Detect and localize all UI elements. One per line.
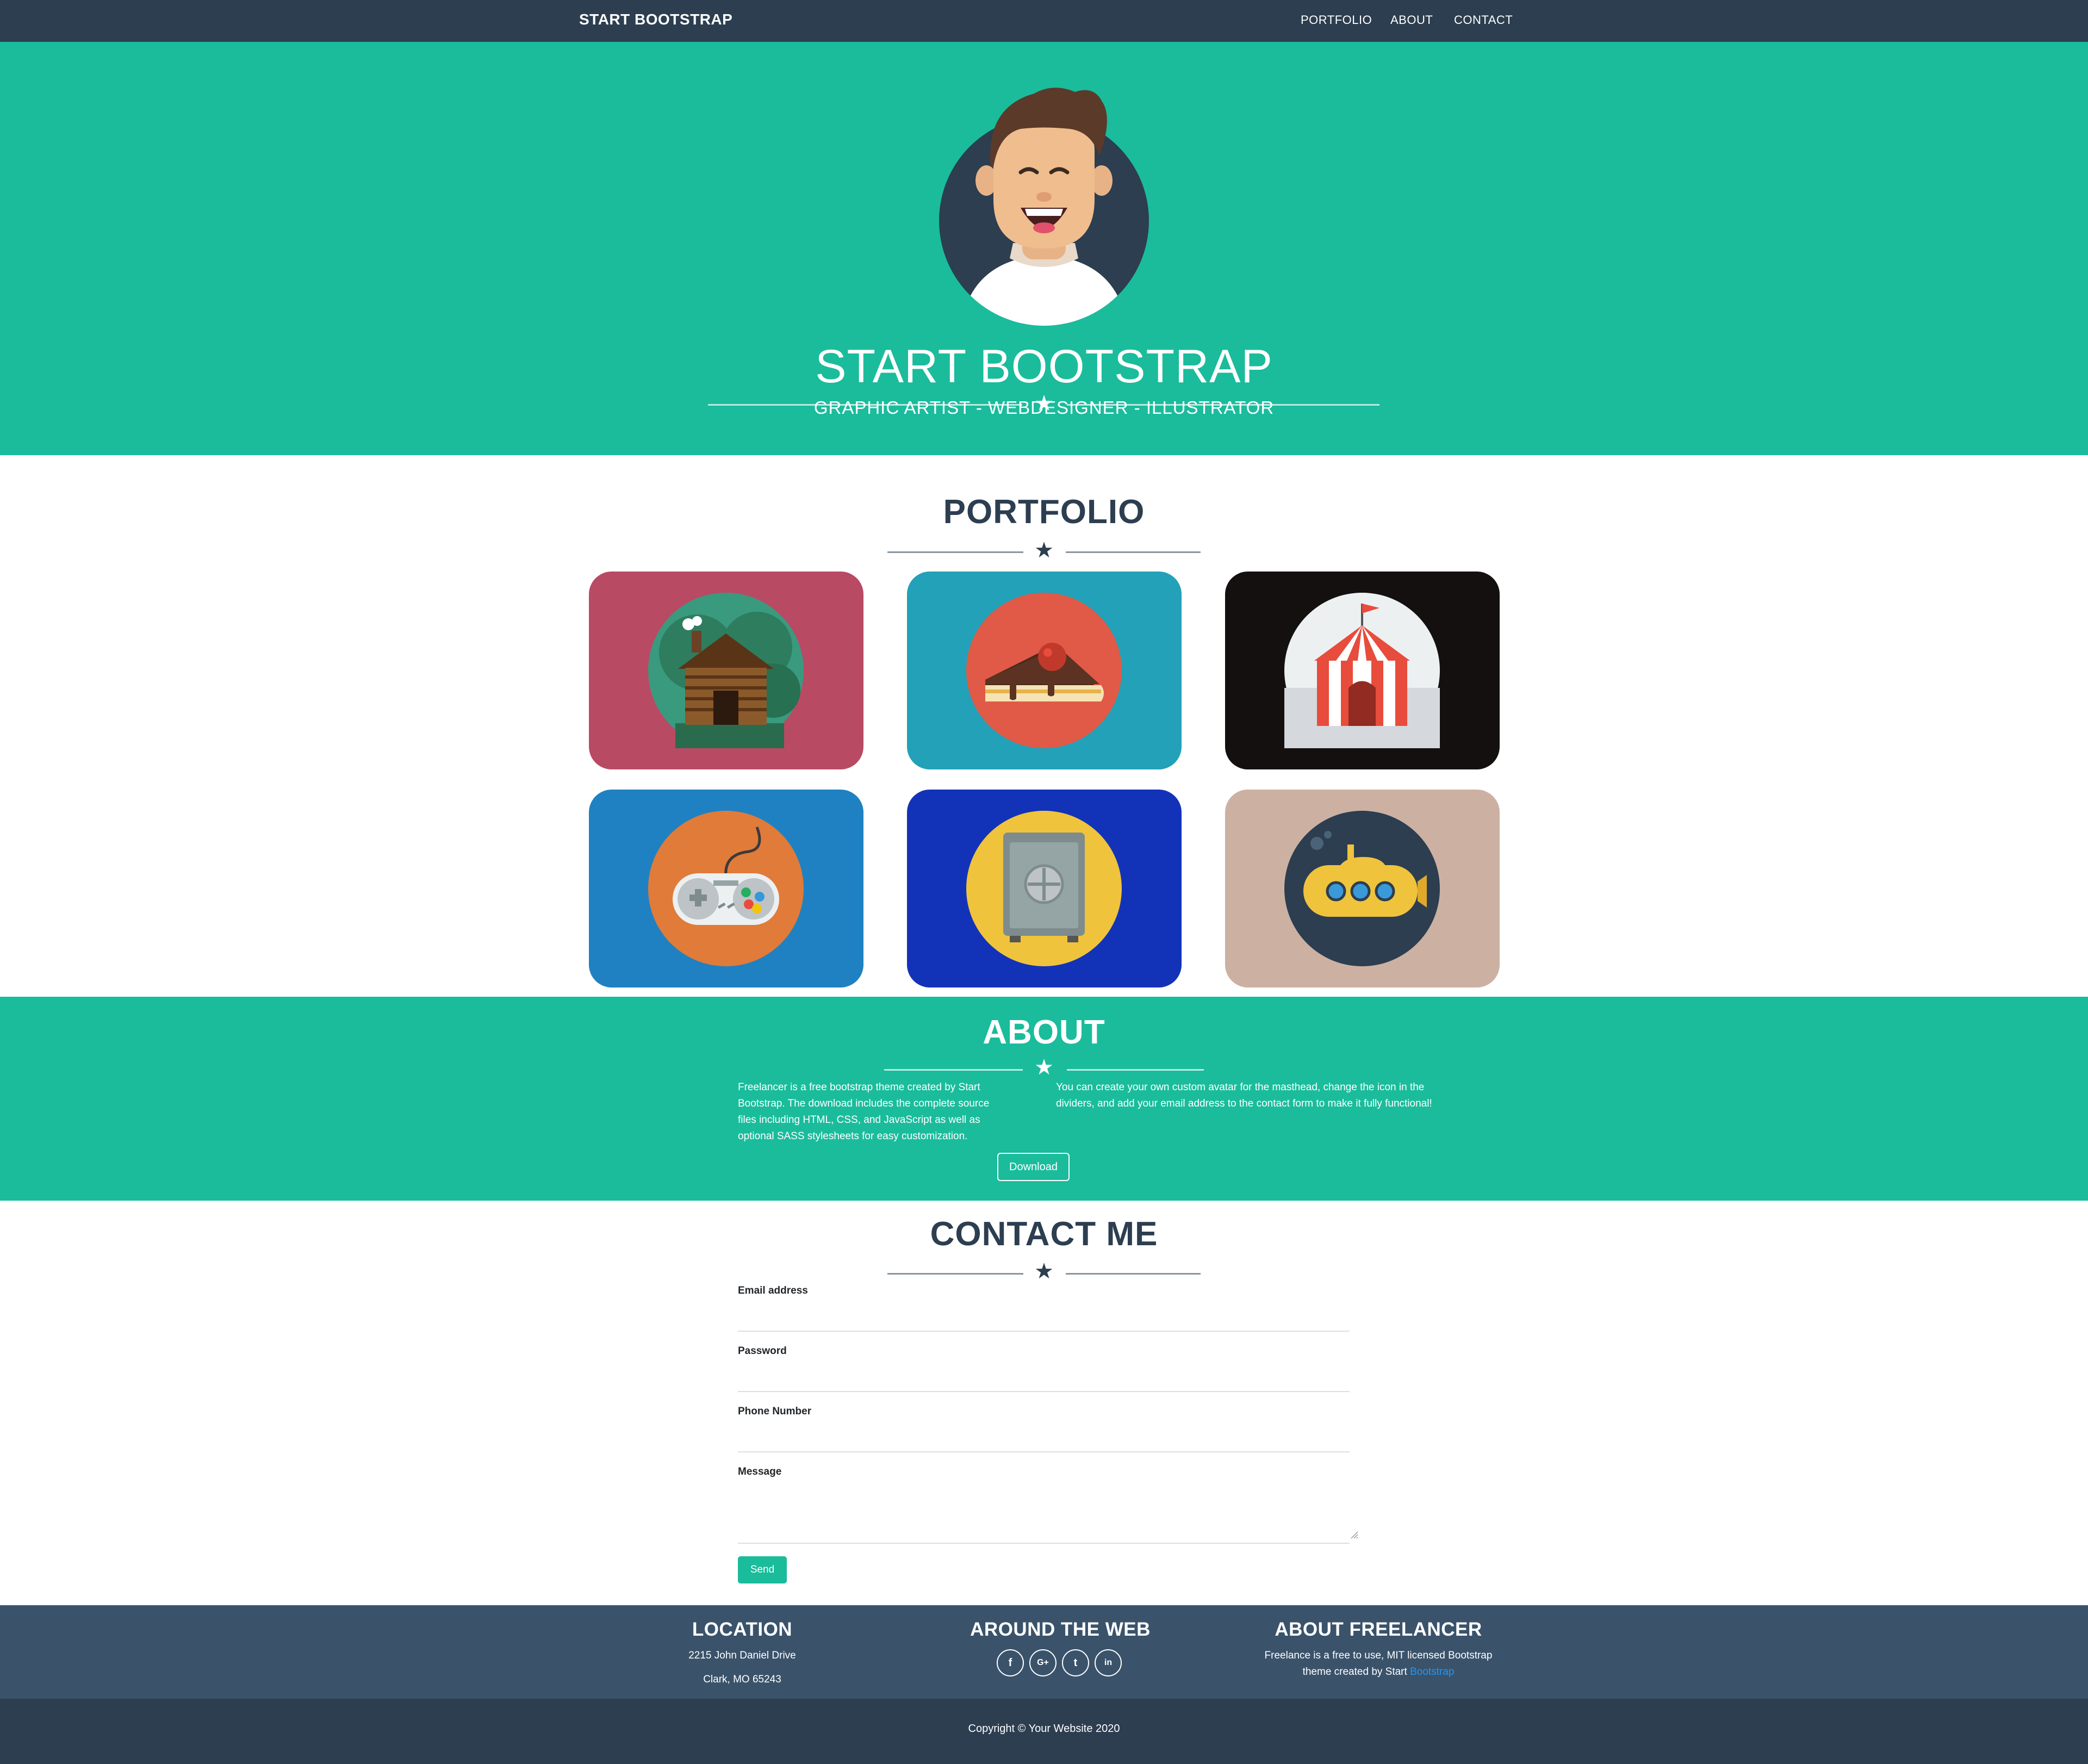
about-text-line: Freelancer is a free bootstrap theme cre… <box>738 1082 980 1093</box>
cake-icon <box>966 593 1122 748</box>
circus-tent-icon <box>1284 593 1440 748</box>
about-text-line: You can create your own custom avatar fo… <box>1056 1082 1425 1093</box>
star-icon: ★ <box>1034 1055 1054 1079</box>
footer-about-title: ABOUT FREELANCER <box>1275 1619 1482 1640</box>
star-icon: ★ <box>1034 538 1054 562</box>
resize-handle-icon[interactable] <box>1350 1531 1359 1539</box>
contact-title: CONTACT ME <box>930 1215 1158 1253</box>
nav-link-about[interactable]: ABOUT <box>1390 13 1433 27</box>
password-field[interactable] <box>738 1391 1350 1392</box>
safe-icon <box>966 811 1122 966</box>
portfolio-item-cabin[interactable] <box>589 572 863 769</box>
phone-field[interactable] <box>738 1451 1350 1452</box>
linkedin-icon[interactable]: in <box>1095 1649 1122 1676</box>
email-field-label: Email address <box>738 1285 808 1296</box>
masthead: START BOOTSTRAP GRAPHIC ARTIST - WEBDESI… <box>0 42 2088 455</box>
facebook-icon[interactable]: f <box>997 1649 1024 1676</box>
copyright-text: Copyright © Your Website 2020 <box>968 1723 1120 1735</box>
divider-line-right <box>1066 551 1201 553</box>
divider-line-left <box>887 1273 1023 1275</box>
send-button[interactable]: Send <box>738 1556 787 1583</box>
password-field-label: Password <box>738 1345 787 1357</box>
footer-about-text: Freelance is a free to use, MIT licensed… <box>1202 1648 1555 1680</box>
copyright-bar: Copyright © Your Website 2020 <box>0 1699 2088 1764</box>
about-text-left: Freelancer is a free bootstrap theme cre… <box>738 1079 1042 1145</box>
message-field[interactable] <box>738 1543 1350 1544</box>
footer-web-title: AROUND THE WEB <box>970 1619 1151 1640</box>
bootstrap-link[interactable]: Bootstrap <box>1410 1666 1454 1678</box>
about-text-line: dividers, and add your email address to … <box>1056 1098 1432 1109</box>
portfolio-title: PORTFOLIO <box>943 493 1145 531</box>
divider-line-right <box>1067 404 1379 406</box>
divider-line-right <box>1067 1069 1204 1071</box>
google-plus-icon[interactable]: G+ <box>1029 1649 1057 1676</box>
portfolio-item-cake[interactable] <box>907 572 1182 769</box>
divider-line-right <box>1066 1273 1201 1275</box>
phone-field-label: Phone Number <box>738 1406 812 1417</box>
nav-link-contact[interactable]: CONTACT <box>1454 13 1513 27</box>
portfolio-item-submarine[interactable] <box>1225 790 1500 987</box>
nav-link-portfolio[interactable]: PORTFOLIO <box>1301 13 1372 27</box>
masthead-title: START BOOTSTRAP <box>815 340 1273 393</box>
divider-line-left <box>708 404 1022 406</box>
avatar <box>939 88 1149 326</box>
game-controller-icon <box>648 811 804 966</box>
about-text-line: optional SASS stylesheets for easy custo… <box>738 1131 968 1142</box>
message-field-label: Message <box>738 1466 782 1477</box>
footer-location-line2: Clark, MO 65243 <box>703 1674 781 1685</box>
portfolio-item-circus[interactable] <box>1225 572 1500 769</box>
about-text-right: You can create your own custom avatar fo… <box>1056 1079 1491 1112</box>
portfolio-item-safe[interactable] <box>907 790 1182 987</box>
navbar: START BOOTSTRAP PORTFOLIO ABOUT CONTACT <box>0 0 2088 42</box>
footer-location-line1: 2215 John Daniel Drive <box>688 1650 796 1661</box>
portfolio-item-controller[interactable] <box>589 790 863 987</box>
download-button[interactable]: Download <box>997 1153 1070 1181</box>
navbar-brand[interactable]: START BOOTSTRAP <box>579 11 732 28</box>
divider-line-left <box>887 551 1023 553</box>
twitter-icon[interactable]: t <box>1062 1649 1089 1676</box>
footer-location-title: LOCATION <box>692 1619 793 1640</box>
about-text-line: files including HTML, CSS, and JavaScrip… <box>738 1114 980 1126</box>
email-field[interactable] <box>738 1331 1350 1332</box>
footer-about-line2: theme created by Start <box>1302 1666 1410 1678</box>
star-icon: ★ <box>1034 392 1054 415</box>
star-icon: ★ <box>1034 1259 1054 1283</box>
divider-line-left <box>884 1069 1023 1071</box>
about-title: ABOUT <box>983 1014 1105 1051</box>
about-text-line: Bootstrap. The download includes the com… <box>738 1098 990 1109</box>
footer-about-line1: Freelance is a free to use, MIT licensed… <box>1264 1650 1493 1661</box>
cabin-icon <box>648 593 804 748</box>
submarine-icon <box>1284 811 1440 966</box>
